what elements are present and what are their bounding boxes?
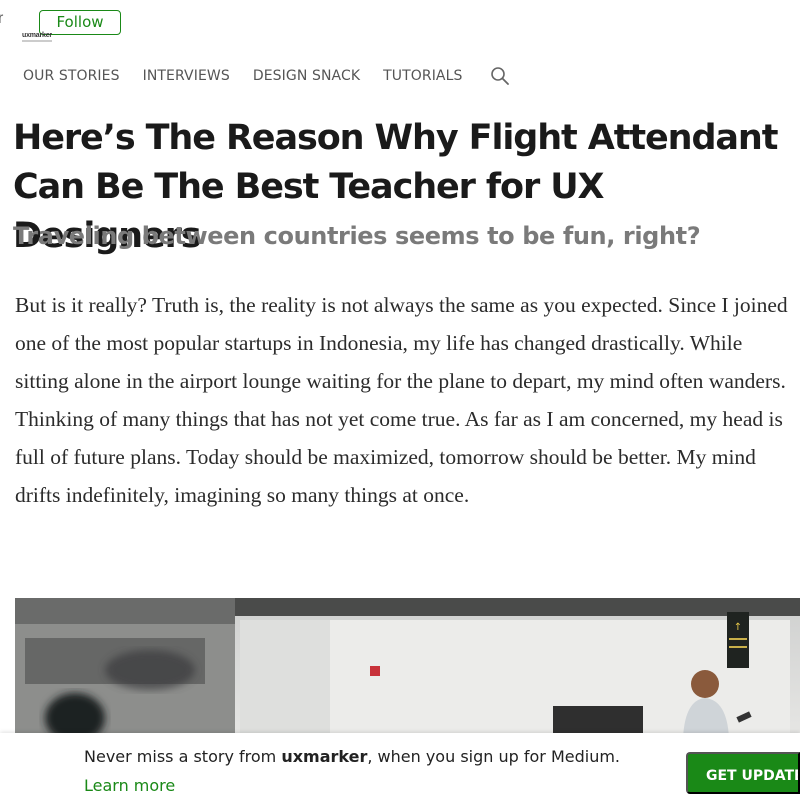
search-icon[interactable]: [490, 66, 510, 86]
nav-item-our-stories[interactable]: OUR STORIES: [23, 68, 120, 84]
logo-tagline-mark: [22, 40, 52, 42]
signup-prompt: Never miss a story from uxmarker, when y…: [84, 747, 620, 766]
publication-nav: OUR STORIES INTERVIEWS DESIGN SNACK TUTO…: [23, 66, 510, 86]
article-subtitle: Traveling between countries seems to be …: [13, 222, 701, 250]
nav-item-tutorials[interactable]: TUTORIALS: [383, 68, 462, 84]
promo-prefix: Never miss a story from: [84, 747, 282, 766]
promo-suffix: , when you sign up for Medium.: [367, 747, 621, 766]
truncated-header-text: r: [0, 10, 4, 27]
publication-name: uxmarker: [281, 747, 368, 766]
get-updates-button[interactable]: GET UPDATES: [686, 752, 800, 794]
logo-text: uxmarker: [22, 32, 52, 39]
hero-sign-arrow: ↑: [734, 622, 742, 633]
article-body-paragraph: But is it really? Truth is, the reality …: [15, 293, 788, 507]
nav-item-design-snack[interactable]: DESIGN SNACK: [253, 68, 360, 84]
nav-item-interviews[interactable]: INTERVIEWS: [143, 68, 230, 84]
hero-image: ↑: [15, 598, 800, 738]
learn-more-link[interactable]: Learn more: [84, 776, 175, 795]
uxmarker-logo: uxmarker: [22, 32, 52, 42]
